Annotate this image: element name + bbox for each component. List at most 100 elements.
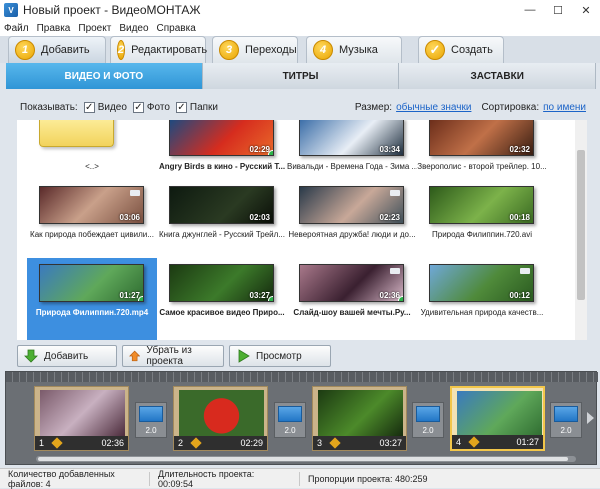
folder-up-item[interactable]: <..> — [27, 120, 157, 184]
arrow-down-icon — [24, 349, 38, 363]
preview-button-label: Просмотр — [256, 350, 302, 362]
step-create[interactable]: ✓ Создать — [418, 36, 504, 63]
menu-edit[interactable]: Правка — [37, 23, 71, 34]
media-thumbnail: 00:18 — [429, 186, 534, 224]
step-music[interactable]: 4 Музыка — [306, 36, 402, 63]
pencil-icon[interactable] — [468, 436, 480, 448]
transition-icon — [554, 406, 578, 422]
step-label: Создать — [451, 44, 493, 56]
added-check-icon — [268, 150, 273, 155]
step-label: Редактировать — [131, 44, 208, 56]
media-item[interactable]: 03:06 Как природа побеждает цивили... — [27, 180, 157, 252]
menu-video[interactable]: Видео — [119, 23, 148, 34]
media-thumbnail: 00:12 — [429, 264, 534, 302]
remove-button-label: Убрать из проекта — [146, 345, 192, 367]
timeline-clip-2[interactable]: 2 02:29 — [173, 386, 268, 451]
duration-label: 02:32 — [509, 145, 530, 154]
checkbox-label: Видео — [97, 101, 127, 113]
step-label: Переходы — [245, 44, 297, 56]
menu-project[interactable]: Проект — [78, 23, 111, 34]
checkbox-checked-icon: ✓ — [175, 101, 187, 113]
transition-2[interactable]: 2.0 — [274, 402, 306, 438]
step-add[interactable]: 1 Добавить — [8, 36, 106, 63]
size-link[interactable]: обычные значки — [396, 102, 471, 113]
timeline-clip-1[interactable]: 1 02:36 — [34, 386, 129, 451]
media-item[interactable]: 02:36 Слайд-шоу вашей мечты.Ру... — [287, 258, 417, 330]
scrollbar-thumb[interactable] — [577, 150, 585, 300]
title-bar: V Новый проект - ВидеоМОНТАЖ — ☐ ✕ — [0, 0, 600, 20]
arrow-up-icon — [129, 350, 141, 362]
media-thumbnail: 02:29 — [169, 120, 274, 156]
transition-duration: 2.0 — [145, 426, 157, 435]
preview-button[interactable]: Просмотр — [229, 345, 331, 367]
media-item-selected[interactable]: 01:27 Природа Филиппин.720.mp4 — [27, 258, 157, 340]
media-item[interactable]: 02:29 Angry Birds в кино - Русский Т... — [157, 120, 287, 184]
remove-from-project-button[interactable]: Убрать из проекта — [122, 345, 224, 367]
media-scrollbar[interactable] — [575, 120, 587, 340]
step-edit[interactable]: 2 Редактировать — [110, 36, 208, 63]
media-item[interactable]: 02:32 Зверополис - второй трейлер. 10... — [417, 120, 547, 184]
media-caption: Книга джунглей - Русский Трейл... — [159, 230, 285, 239]
wizard-steps: 1 Добавить 2 Редактировать 3 Переходы 4 … — [0, 36, 600, 63]
pencil-icon[interactable] — [190, 437, 202, 449]
tab-intros[interactable]: ЗАСТАВКИ — [399, 63, 597, 89]
added-check-icon — [268, 296, 273, 301]
clip-info-bar: 1 02:36 — [35, 436, 128, 450]
transition-icon — [139, 406, 163, 422]
menu-help[interactable]: Справка — [157, 23, 196, 34]
media-caption: Angry Birds в кино - Русский Т... — [158, 162, 286, 171]
menu-file[interactable]: Файл — [4, 23, 29, 34]
pencil-icon[interactable] — [329, 437, 341, 449]
media-caption: Невероятная дружба! люди и до... — [288, 230, 416, 239]
timeline-clip-3[interactable]: 3 03:27 — [312, 386, 407, 451]
add-button[interactable]: Добавить — [17, 345, 117, 367]
media-item[interactable]: 00:18 Природа Филиппин.720.avi — [417, 180, 547, 252]
checkbox-checked-icon: ✓ — [83, 101, 95, 113]
media-item[interactable]: 02:03 Книга джунглей - Русский Трейл... — [157, 180, 287, 252]
scrollbar-thumb[interactable] — [38, 457, 568, 461]
sort-link[interactable]: по имени — [543, 102, 586, 113]
filter-video-checkbox[interactable]: ✓ Видео — [83, 101, 127, 113]
minimize-button[interactable]: — — [516, 0, 544, 20]
clip-duration: 02:36 — [101, 438, 124, 448]
media-item[interactable]: 03:34 Вивальди - Времена Года - Зима ... — [287, 120, 417, 184]
menu-bar: Файл Правка Проект Видео Справка — [0, 20, 600, 36]
transition-1[interactable]: 2.0 — [135, 402, 167, 438]
transition-3[interactable]: 2.0 — [412, 402, 444, 438]
duration-label: 02:23 — [379, 213, 400, 222]
tab-video-photo[interactable]: ВИДЕО И ФОТО — [6, 63, 203, 89]
duration-label: 02:03 — [249, 213, 270, 222]
media-tabs: ВИДЕО И ФОТО ТИТРЫ ЗАСТАВКИ — [6, 63, 597, 89]
step-label: Музыка — [339, 44, 378, 56]
maximize-button[interactable]: ☐ — [544, 0, 572, 20]
sort-label: Сортировка: — [481, 101, 540, 113]
filter-photo-checkbox[interactable]: ✓ Фото — [132, 101, 170, 113]
video-camera-icon — [520, 268, 530, 274]
media-caption: <..> — [85, 162, 99, 171]
transition-duration: 2.0 — [284, 426, 296, 435]
media-thumbnail: 03:34 — [299, 120, 404, 156]
media-thumbnail: 03:27 — [169, 264, 274, 302]
close-button[interactable]: ✕ — [572, 0, 600, 20]
added-check-icon — [138, 296, 143, 301]
status-duration: Длительность проекта: 00:09:54 — [150, 469, 300, 489]
pencil-icon[interactable] — [51, 437, 63, 449]
video-camera-icon — [390, 190, 400, 196]
tab-titles[interactable]: ТИТРЫ — [202, 63, 400, 89]
media-item[interactable]: 03:27 Самое красивое видео Приро... — [157, 258, 287, 330]
timeline-scrollbar[interactable] — [36, 456, 576, 462]
checkbox-checked-icon: ✓ — [132, 101, 144, 113]
transition-icon — [278, 406, 302, 422]
timeline-clip-4[interactable]: 4 01:27 — [450, 386, 545, 451]
media-caption: Природа Филиппин.720.mp4 — [35, 308, 149, 317]
media-item[interactable]: 00:12 Удивительная природа качеств... — [417, 258, 547, 330]
filter-folders-checkbox[interactable]: ✓ Папки — [175, 101, 218, 113]
transition-4[interactable]: 2.0 — [550, 402, 582, 438]
clip-number: 4 — [456, 437, 462, 447]
scroll-right-arrow-icon[interactable] — [587, 412, 594, 424]
step-label: Добавить — [41, 44, 90, 56]
step-transitions[interactable]: 3 Переходы — [212, 36, 298, 63]
clip-number: 2 — [178, 438, 184, 448]
clip-info-bar: 3 03:27 — [313, 436, 406, 450]
media-item[interactable]: 02:23 Невероятная дружба! люди и до... — [287, 180, 417, 252]
